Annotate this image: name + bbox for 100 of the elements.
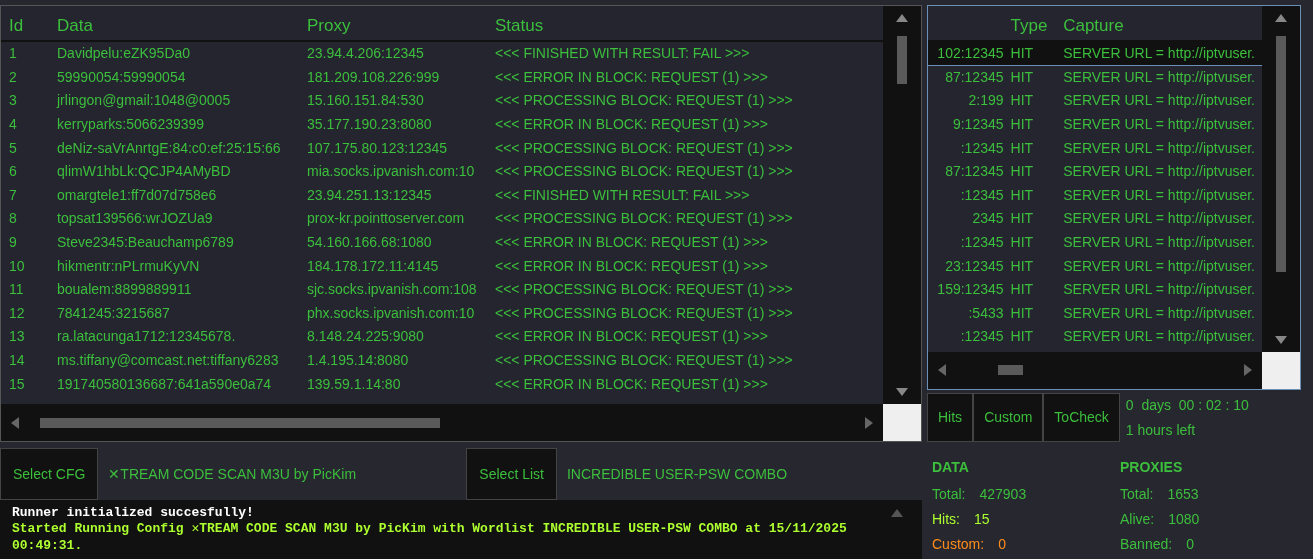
table-row[interactable]: :12345 HIT SERVER URL = http://iptvuser. xyxy=(928,136,1262,160)
table-cell: 7841245:3215687 xyxy=(57,304,170,321)
section-title: PROXIES xyxy=(1120,458,1184,477)
stat-value: 1653 xyxy=(1167,486,1199,502)
table-cell: 23.94.251.13:12345 xyxy=(307,186,432,203)
scroll-up-icon[interactable] xyxy=(891,508,903,517)
table-cell: <<< ERROR IN BLOCK: REQUEST (1) >>> xyxy=(495,234,768,251)
select-list-button[interactable]: Select List xyxy=(466,448,557,500)
scroll-left-icon[interactable] xyxy=(11,416,19,429)
scrollbar-thumb[interactable] xyxy=(998,365,1023,375)
table-cell: HIT xyxy=(1010,92,1034,109)
table-cell: 191740580136687:641a590e0a74 xyxy=(57,375,272,392)
export-button[interactable]: Hits xyxy=(927,393,974,442)
table-cell: SERVER URL = http://iptvuser. xyxy=(1063,68,1255,85)
table-cell: prox-kr.pointtoserver.com xyxy=(307,210,465,227)
export-button[interactable]: Custom xyxy=(973,393,1044,442)
table-cell: ra.latacunga1712:12345678. xyxy=(57,328,236,345)
log-line: Runner initialized succesfully! xyxy=(12,505,255,522)
stat-label: Alive: xyxy=(1120,511,1155,527)
scrollbar-thumb[interactable] xyxy=(1276,36,1286,272)
table-cell: HIT xyxy=(1010,328,1034,345)
table-cell: HIT xyxy=(1010,163,1034,180)
scroll-down-icon[interactable] xyxy=(896,388,908,396)
table-cell: 59990054:59990054 xyxy=(57,68,186,85)
table-cell: phx.socks.ipvanish.com:10 xyxy=(307,304,475,321)
column-header: Proxy xyxy=(307,15,351,35)
table-row[interactable]: 102:12345 HIT SERVER URL = http://iptvuser. xyxy=(928,42,1262,66)
scrollbar-thumb[interactable] xyxy=(40,417,440,428)
table-cell: <<< ERROR IN BLOCK: REQUEST (1) >>> xyxy=(495,68,768,85)
table-row[interactable]: 23:12345 HIT SERVER URL = http://iptvuser. xyxy=(928,254,1262,278)
table-row[interactable]: 87:12345 HIT SERVER URL = http://iptvuser. xyxy=(928,65,1262,90)
config-name: ✕TREAM CODE SCAN M3U by PicKim xyxy=(108,464,357,484)
scroll-right-icon[interactable] xyxy=(865,416,873,429)
row-id: 11 xyxy=(9,281,24,298)
table-cell: 184.178.172.11:4145 xyxy=(307,257,439,274)
table-cell: HIT xyxy=(1010,186,1034,203)
table-cell: Steve2345:Beauchamp6789 xyxy=(57,234,234,251)
vertical-scrollbar[interactable] xyxy=(883,6,921,404)
table-cell: <<< PROCESSING BLOCK: REQUEST (1) >>> xyxy=(495,304,793,321)
scroll-down-icon[interactable] xyxy=(1275,335,1287,344)
table-cell: topsat139566:wrJOZUa9 xyxy=(57,210,213,227)
stat-label: Total: xyxy=(1120,486,1154,502)
table-row[interactable]: :12345 HIT SERVER URL = http://iptvuser. xyxy=(928,183,1262,208)
table-cell: 87:12345 xyxy=(945,163,1004,180)
select-config-button[interactable]: Select CFG xyxy=(0,448,99,500)
table-cell: Davidpelu:eZK95Da0 xyxy=(57,45,191,62)
table-cell: <<< PROCESSING BLOCK: REQUEST (1) >>> xyxy=(495,163,793,180)
table-cell: qlimW1hbLk:QCJP4AMyBD xyxy=(57,163,231,180)
table-cell: SERVER URL = http://iptvuser. xyxy=(1063,139,1255,156)
table-row[interactable]: :5433 HIT SERVER URL = http://iptvuser. xyxy=(928,301,1262,326)
table-cell: :5433 xyxy=(968,304,1004,321)
table-cell: 159:12345 xyxy=(937,281,1004,298)
table-row[interactable]: 159:12345 HIT SERVER URL = http://iptvuser. xyxy=(928,277,1262,302)
table-cell: 23.94.4.206:12345 xyxy=(307,45,424,62)
scroll-left-icon[interactable] xyxy=(938,364,946,376)
table-cell: 107.175.80.123:12345 xyxy=(307,139,448,156)
table-cell: <<< PROCESSING BLOCK: REQUEST (1) >>> xyxy=(495,139,793,156)
vertical-scrollbar[interactable] xyxy=(1262,6,1300,352)
row-id: 10 xyxy=(9,257,25,274)
row-id: 14 xyxy=(9,352,25,368)
scroll-right-icon[interactable] xyxy=(1244,364,1252,376)
table-cell: omargtele1:ff7d07d758e6 xyxy=(57,186,217,203)
row-id: 5 xyxy=(9,139,17,156)
table-row[interactable]: :12345 HIT SERVER URL = http://iptvuser. xyxy=(928,325,1262,349)
horizontal-scrollbar[interactable] xyxy=(928,351,1262,389)
table-cell: mia.socks.ipvanish.com:10 xyxy=(307,163,475,180)
table-row[interactable]: 9:12345 HIT SERVER URL = http://iptvuser. xyxy=(928,112,1262,137)
table-row[interactable]: :12345 HIT SERVER URL = http://iptvuser. xyxy=(928,230,1262,255)
log-line: Started Running Config ✕TREAM CODE SCAN M3U by PicKim with Wordlist INCREDIBLE USER-PSW COMBO at 15/11/2025 00:49:31. xyxy=(12,521,848,554)
table-cell: sjc.socks.ipvanish.com:108 xyxy=(307,281,477,298)
row-id: 7 xyxy=(9,186,17,203)
export-button[interactable]: ToCheck xyxy=(1043,393,1120,442)
time-remaining: 1 hours left xyxy=(1125,421,1197,440)
scroll-up-icon[interactable] xyxy=(1275,14,1287,22)
table-cell: :12345 xyxy=(960,186,1004,203)
table-row[interactable]: 87:12345 HIT SERVER URL = http://iptvuser. xyxy=(928,159,1262,184)
table-cell: <<< PROCESSING BLOCK: REQUEST (1) >>> xyxy=(495,352,793,368)
table-cell: :12345 xyxy=(960,234,1004,251)
row-id: 13 xyxy=(9,328,25,345)
table-row[interactable]: 2345 HIT SERVER URL = http://iptvuser. xyxy=(928,207,1262,231)
table-cell: <<< ERROR IN BLOCK: REQUEST (1) >>> xyxy=(495,257,768,274)
horizontal-scrollbar[interactable] xyxy=(1,404,883,441)
table-cell: SERVER URL = http://iptvuser. xyxy=(1063,257,1255,274)
table-cell: boualem:8899889911 xyxy=(57,281,192,298)
column-header: Id xyxy=(9,15,24,35)
table-cell: <<< PROCESSING BLOCK: REQUEST (1) >>> xyxy=(495,281,793,298)
table-cell: HIT xyxy=(1010,68,1034,85)
row-id: 8 xyxy=(9,210,17,227)
scrollbar-corner xyxy=(883,404,921,441)
stat-label: Custom: xyxy=(932,536,985,552)
scroll-up-icon[interactable] xyxy=(896,14,908,22)
row-id: 3 xyxy=(9,92,17,109)
table-cell: SERVER URL = http://iptvuser. xyxy=(1063,304,1255,321)
table-cell: SERVER URL = http://iptvuser. xyxy=(1063,116,1255,133)
table-cell: 35.177.190.23:8080 xyxy=(307,116,432,133)
scrollbar-thumb[interactable] xyxy=(897,36,907,84)
table-cell: kerryparks:5066239399 xyxy=(57,116,205,133)
table-cell: <<< ERROR IN BLOCK: REQUEST (1) >>> xyxy=(495,328,768,345)
stat-value: 0 xyxy=(1186,536,1194,552)
table-row[interactable]: 2:199 HIT SERVER URL = http://iptvuser. xyxy=(928,89,1262,113)
